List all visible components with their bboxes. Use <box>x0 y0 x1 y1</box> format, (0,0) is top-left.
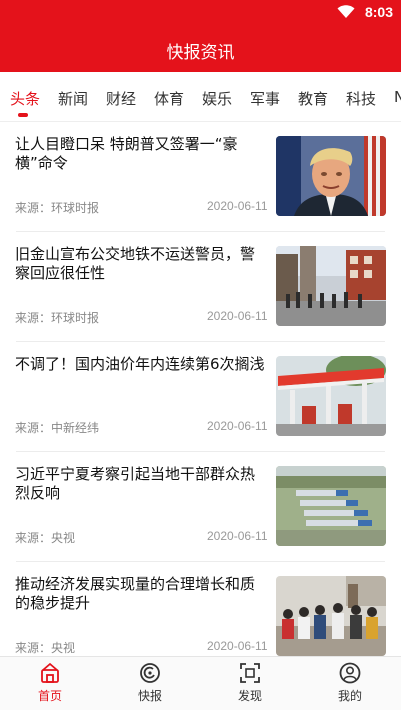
news-thumbnail <box>276 356 386 436</box>
home-icon <box>41 662 59 683</box>
news-source: 来源：环球时报 <box>15 311 100 325</box>
news-item[interactable]: 习近平宁夏考察引起当地干部群众热烈反响 来源：央视 2020-06-11 <box>0 452 401 562</box>
tab-military[interactable]: 军事 <box>250 88 280 109</box>
tab-news[interactable]: 新闻 <box>58 88 88 109</box>
portrait-photo <box>276 136 386 216</box>
nav-profile[interactable]: 我的 <box>300 657 400 710</box>
news-thumbnail <box>276 136 386 216</box>
profile-icon <box>339 662 361 684</box>
tab-education[interactable]: 教育 <box>298 88 328 109</box>
tab-entertainment[interactable]: 娱乐 <box>202 88 232 109</box>
news-thumbnail <box>276 576 386 656</box>
news-source: 来源：环球时报 <box>15 201 100 215</box>
nav-home[interactable]: 首页 <box>0 657 100 710</box>
news-date: 2020-06-11 <box>207 309 268 323</box>
bottom-nav: 首页 快报 发现 我的 <box>0 656 401 710</box>
active-tab-indicator <box>18 113 28 117</box>
news-date: 2020-06-11 <box>207 639 268 653</box>
crowd-photo <box>276 576 386 656</box>
news-date: 2020-06-11 <box>207 419 268 433</box>
nav-discover[interactable]: 发现 <box>200 657 300 710</box>
news-flash-icon <box>140 663 160 683</box>
nav-label: 发现 <box>237 689 262 703</box>
tab-headlines[interactable]: 头条 <box>10 88 40 109</box>
nav-label: 快报 <box>137 689 162 703</box>
news-source: 来源：央视 <box>15 531 76 545</box>
news-title: 让人目瞪口呆 特朗普又签署一“豪横”命令 <box>15 135 238 172</box>
news-title: 习近平宁夏考察引起当地干部群众热烈反响 <box>15 465 256 502</box>
wifi-icon <box>337 5 355 18</box>
news-title: 不调了！国内油价年内连续第6次搁浅 <box>15 355 265 373</box>
nav-label: 首页 <box>37 689 62 703</box>
status-bar: 8:03 <box>337 0 393 24</box>
category-tabs: 头条 新闻 财经 体育 娱乐 军事 教育 科技 N <box>0 72 401 122</box>
gas-station-photo <box>276 356 386 436</box>
news-thumbnail <box>276 466 386 546</box>
news-item[interactable]: 让人目瞪口呆 特朗普又签署一“豪横”命令 来源：环球时报 2020-06-11 <box>0 122 401 232</box>
news-title: 推动经济发展实现量的合理增长和质的稳步提升 <box>15 575 256 612</box>
tab-more[interactable]: N <box>394 88 401 106</box>
tab-technology[interactable]: 科技 <box>346 88 376 109</box>
app-header: 8:03 快报资讯 <box>0 0 401 72</box>
news-source: 来源：央视 <box>15 641 76 655</box>
news-item[interactable]: 不调了！国内油价年内连续第6次搁浅 来源：中新经纬 2020-06-11 <box>0 342 401 452</box>
tab-sports[interactable]: 体育 <box>154 88 184 109</box>
nav-news-flash[interactable]: 快报 <box>100 657 200 710</box>
aerial-village-photo <box>276 466 386 546</box>
news-date: 2020-06-11 <box>207 529 268 543</box>
news-date: 2020-06-11 <box>207 199 268 213</box>
scan-icon <box>240 663 260 683</box>
news-title: 旧金山宣布公交地铁不运送警员，警察回应很任性 <box>15 245 256 282</box>
street-scene-photo <box>276 246 386 326</box>
news-source: 来源：中新经纬 <box>15 421 100 435</box>
tab-finance[interactable]: 财经 <box>106 88 136 109</box>
news-item[interactable]: 旧金山宣布公交地铁不运送警员，警察回应很任性 来源：环球时报 2020-06-1… <box>0 232 401 342</box>
page-title: 快报资讯 <box>166 43 235 63</box>
status-time: 8:03 <box>364 4 393 20</box>
news-thumbnail <box>276 246 386 326</box>
nav-label: 我的 <box>337 689 362 703</box>
